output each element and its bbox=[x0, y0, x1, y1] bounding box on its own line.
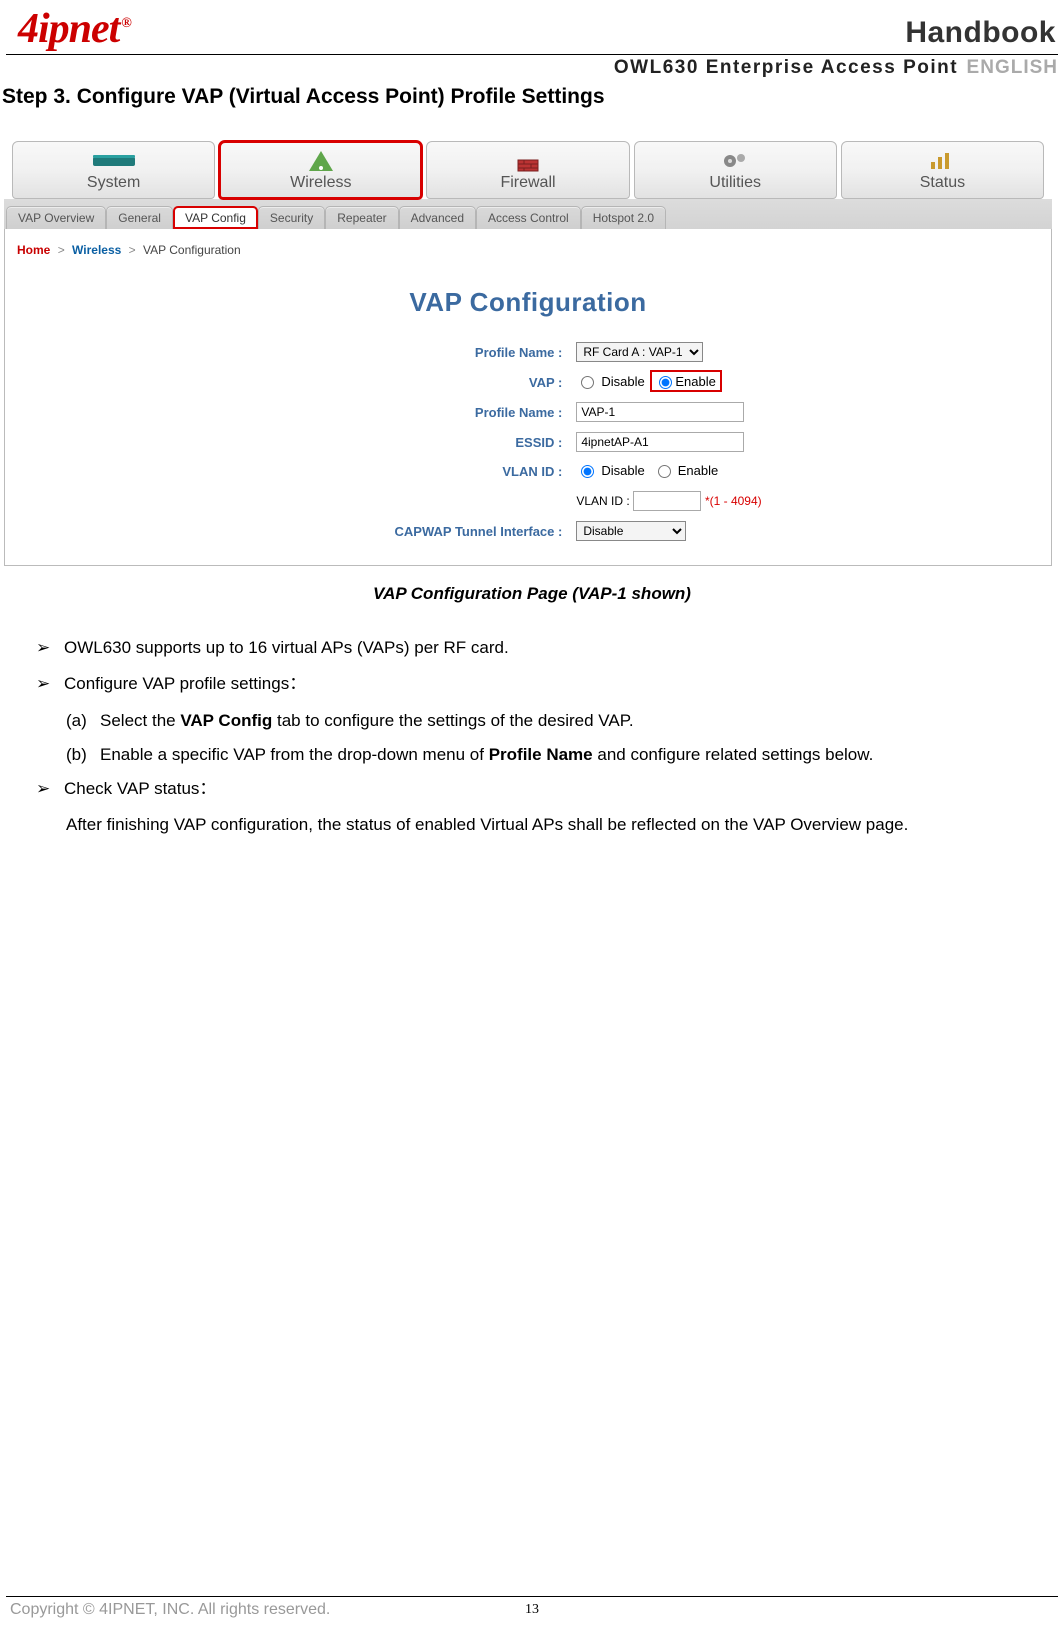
sub-item-label: (a) bbox=[66, 705, 100, 737]
sub-tab-bar: VAP Overview General VAP Config Security… bbox=[4, 199, 1052, 229]
breadcrumb-page: VAP Configuration bbox=[143, 243, 241, 257]
sub-list-item: (b) Enable a specific VAP from the drop-… bbox=[66, 739, 1052, 771]
subtab-repeater[interactable]: Repeater bbox=[325, 206, 398, 229]
vlan-id-input[interactable] bbox=[633, 491, 701, 511]
vlan-label: VLAN ID : bbox=[288, 458, 568, 485]
bullet-icon: ➢ bbox=[36, 632, 64, 664]
list-item-text: Check VAP status： bbox=[64, 773, 216, 805]
breadcrumb-home[interactable]: Home bbox=[17, 243, 50, 257]
tab-label: Utilities bbox=[709, 174, 761, 192]
essid-input[interactable] bbox=[576, 432, 744, 452]
header-row: 4ipnet® Handbook bbox=[0, 0, 1064, 50]
subtab-vap-config[interactable]: VAP Config bbox=[173, 206, 258, 229]
tab-label: Wireless bbox=[290, 174, 351, 192]
profile-select-label: Profile Name : bbox=[288, 338, 568, 366]
sub-list-item: (a) Select the VAP Config tab to configu… bbox=[66, 705, 1052, 737]
footer-row: Copyright © 4IPNET, INC. All rights rese… bbox=[0, 1601, 1064, 1619]
product-subtitle: OWL630 Enterprise Access Point bbox=[614, 57, 958, 78]
list-item: ➢ Configure VAP profile settings： bbox=[36, 668, 1052, 700]
capwap-select[interactable]: Disable bbox=[576, 521, 686, 541]
subtab-hotspot[interactable]: Hotspot 2.0 bbox=[581, 206, 666, 229]
language-label: ENGLISH bbox=[967, 57, 1058, 78]
vap-label: VAP : bbox=[288, 368, 568, 396]
subtab-vap-overview[interactable]: VAP Overview bbox=[6, 206, 106, 229]
content-panel: Home > Wireless > VAP Configuration VAP … bbox=[4, 229, 1052, 566]
capwap-label: CAPWAP Tunnel Interface : bbox=[288, 517, 568, 545]
handbook-label: Handbook bbox=[905, 16, 1056, 50]
subtab-security[interactable]: Security bbox=[258, 206, 325, 229]
profile-select[interactable]: RF Card A : VAP-1 bbox=[576, 342, 703, 362]
breadcrumb-sep: > bbox=[125, 243, 140, 257]
essid-label: ESSID : bbox=[288, 428, 568, 456]
gears-icon bbox=[721, 148, 749, 174]
admin-ui-screenshot: System Wireless Firewall Utilities bbox=[4, 139, 1052, 566]
vlan-enable-label: Enable bbox=[678, 463, 718, 478]
sub-list: (a) Select the VAP Config tab to configu… bbox=[36, 705, 1052, 772]
subtab-general[interactable]: General bbox=[106, 206, 173, 229]
main-tab-bar: System Wireless Firewall Utilities bbox=[4, 139, 1052, 199]
sub-item-label: (b) bbox=[66, 739, 100, 771]
subtab-access-control[interactable]: Access Control bbox=[476, 206, 581, 229]
tab-label: System bbox=[87, 174, 140, 192]
tab-utilities[interactable]: Utilities bbox=[634, 141, 837, 199]
list-item: ➢ OWL630 supports up to 16 virtual APs (… bbox=[36, 632, 1052, 664]
config-form: Profile Name : RF Card A : VAP-1 VAP : D… bbox=[286, 336, 769, 547]
list-item-tail: After finishing VAP configuration, the s… bbox=[36, 809, 1052, 841]
tab-label: Status bbox=[920, 174, 965, 192]
profile-name-label: Profile Name : bbox=[288, 398, 568, 426]
breadcrumb-sep: > bbox=[54, 243, 69, 257]
list-item: ➢ Check VAP status： bbox=[36, 773, 1052, 805]
list-item-text: OWL630 supports up to 16 virtual APs (VA… bbox=[64, 632, 509, 664]
panel-title: VAP Configuration bbox=[5, 287, 1051, 318]
logo-text: 4ipnet bbox=[18, 6, 119, 52]
profile-name-input[interactable] bbox=[576, 402, 744, 422]
sub-item-text: Select the VAP Config tab to configure t… bbox=[100, 705, 634, 737]
subtab-advanced[interactable]: Advanced bbox=[399, 206, 476, 229]
vap-disable-label: Disable bbox=[601, 374, 644, 389]
router-icon bbox=[89, 148, 139, 174]
brand-logo: 4ipnet® bbox=[18, 8, 131, 50]
step-title: Step 3. Configure VAP (Virtual Access Po… bbox=[0, 79, 1064, 121]
wifi-icon bbox=[306, 148, 336, 174]
list-item-text: Configure VAP profile settings： bbox=[64, 668, 306, 700]
vlan-enable-radio[interactable] bbox=[658, 465, 671, 478]
registered-mark: ® bbox=[121, 16, 130, 31]
tab-firewall[interactable]: Firewall bbox=[426, 141, 629, 199]
footer: Copyright © 4IPNET, INC. All rights rese… bbox=[0, 1596, 1064, 1619]
firewall-icon bbox=[515, 148, 541, 174]
breadcrumb-section[interactable]: Wireless bbox=[72, 243, 121, 257]
vlan-range-note: *(1 - 4094) bbox=[705, 494, 762, 508]
footer-divider bbox=[6, 1596, 1058, 1597]
breadcrumb: Home > Wireless > VAP Configuration bbox=[5, 239, 1051, 267]
chart-icon bbox=[928, 148, 956, 174]
sub-item-text: Enable a specific VAP from the drop-down… bbox=[100, 739, 873, 771]
tab-label: Firewall bbox=[500, 174, 555, 192]
tab-status[interactable]: Status bbox=[841, 141, 1044, 199]
vap-enable-radio[interactable] bbox=[659, 376, 672, 389]
vap-enable-label: Enable bbox=[675, 374, 715, 389]
vlan-disable-radio[interactable] bbox=[581, 465, 594, 478]
vap-disable-radio[interactable] bbox=[581, 376, 594, 389]
tab-system[interactable]: System bbox=[12, 141, 215, 199]
header-right: Handbook bbox=[905, 16, 1056, 50]
vlan-disable-label: Disable bbox=[601, 463, 644, 478]
figure-caption: VAP Configuration Page (VAP-1 shown) bbox=[0, 584, 1064, 604]
tab-wireless[interactable]: Wireless bbox=[219, 141, 422, 199]
vlan-id-sublabel: VLAN ID : bbox=[576, 494, 629, 508]
subtitle-row: OWL630 Enterprise Access Point ENGLISH bbox=[0, 55, 1064, 79]
page-number: 13 bbox=[0, 1602, 1064, 1618]
bullet-icon: ➢ bbox=[36, 773, 64, 805]
bullet-icon: ➢ bbox=[36, 668, 64, 700]
body-list: ➢ OWL630 supports up to 16 virtual APs (… bbox=[0, 632, 1064, 842]
page: 4ipnet® Handbook OWL630 Enterprise Acces… bbox=[0, 0, 1064, 1629]
